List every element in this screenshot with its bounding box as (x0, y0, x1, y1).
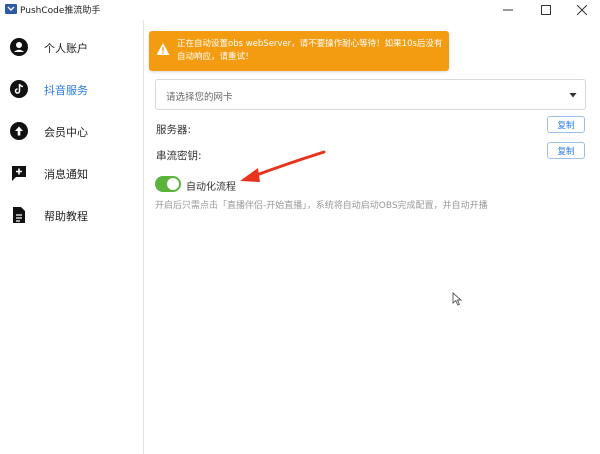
tiktok-icon (10, 80, 28, 98)
mouse-cursor-icon (452, 292, 463, 306)
close-icon (577, 5, 587, 15)
automation-label: 自动化流程 (186, 182, 236, 193)
sidebar-item-label: 会员中心 (44, 126, 88, 139)
minimize-button[interactable] (488, 0, 528, 20)
annotation-arrow-icon (240, 150, 326, 182)
copy-server-button[interactable]: 复制 (547, 116, 585, 133)
sidebar-item-label: 消息通知 (44, 168, 88, 181)
server-label: 服务器: (156, 124, 192, 136)
upgrade-icon (10, 122, 28, 140)
network-card-select[interactable]: 请选择您的网卡 (155, 79, 586, 110)
sidebar: 个人账户 抖音服务 会员中心 消息通知 帮助教程 (0, 20, 144, 454)
warning-icon (156, 43, 170, 55)
select-placeholder: 请选择您的网卡 (166, 92, 233, 103)
maximize-button[interactable] (526, 0, 566, 20)
message-icon (12, 166, 26, 181)
sidebar-item-membership[interactable]: 会员中心 (0, 116, 143, 146)
window-title: PushCode推流助手 (20, 6, 101, 16)
automation-hint: 开启后只需点击「直播伴侣-开始直播」，系统将自动启动OBS完成配置，并自动开播 (155, 201, 488, 211)
app-icon (5, 4, 17, 14)
copy-stream-key-button[interactable]: 复制 (547, 142, 585, 159)
sidebar-item-notifications[interactable]: 消息通知 (0, 158, 143, 188)
toast-message: 正在自动设置obs webServer，请不要操作耐心等待！如果10s后没有自动… (177, 39, 443, 62)
maximize-icon (541, 5, 551, 15)
sidebar-item-help[interactable]: 帮助教程 (0, 200, 143, 230)
sidebar-item-label: 帮助教程 (44, 210, 88, 223)
sidebar-item-label: 抖音服务 (44, 84, 88, 97)
stream-key-label: 串流密钥: (156, 150, 202, 162)
toggle-knob (167, 178, 179, 190)
caret-down-icon (569, 93, 577, 98)
sidebar-item-label: 个人账户 (44, 42, 88, 55)
title-bar: PushCode推流助手 (0, 0, 600, 20)
close-button[interactable] (562, 0, 600, 20)
sidebar-item-douyin[interactable]: 抖音服务 (0, 74, 143, 104)
sidebar-item-account[interactable]: 个人账户 (0, 32, 143, 62)
document-icon (13, 207, 25, 223)
minimize-icon (503, 9, 513, 11)
warning-toast: 正在自动设置obs webServer，请不要操作耐心等待！如果10s后没有自动… (149, 31, 449, 71)
account-icon (10, 38, 28, 56)
automation-toggle[interactable] (155, 176, 181, 192)
